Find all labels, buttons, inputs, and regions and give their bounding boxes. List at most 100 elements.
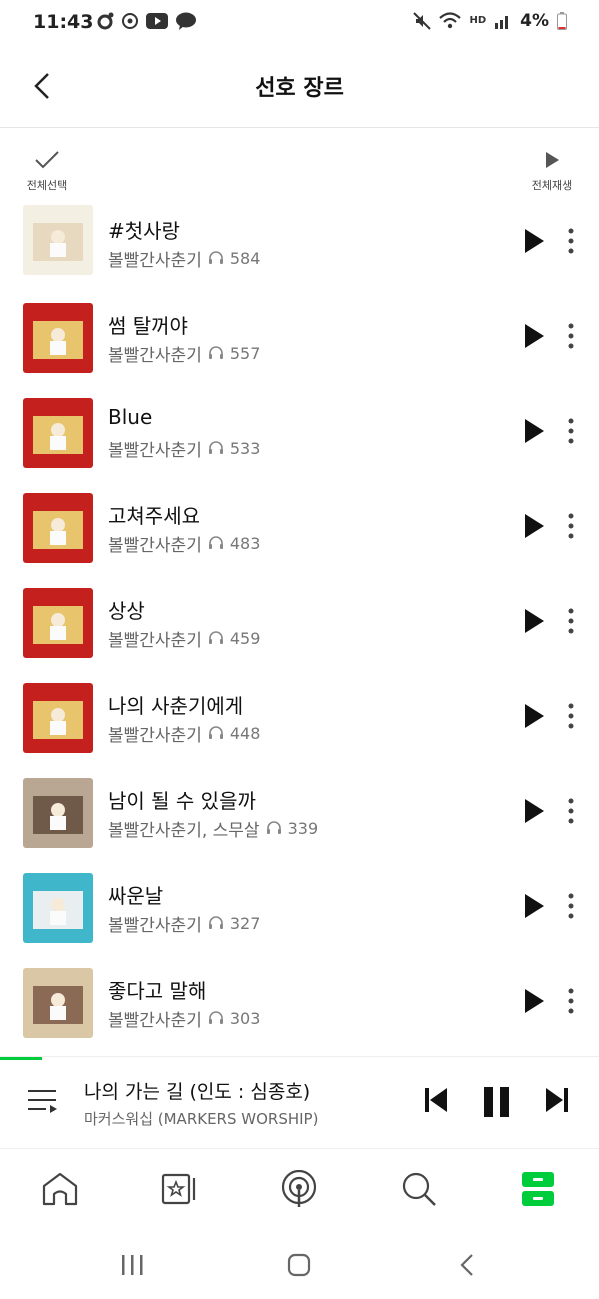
song-more-button[interactable] xyxy=(561,701,581,731)
play-icon xyxy=(525,704,544,728)
song-row[interactable]: 상상 볼빨간사춘기 459 xyxy=(0,588,599,683)
album-art[interactable] xyxy=(23,205,93,275)
nav-library[interactable] xyxy=(157,1167,201,1211)
album-art[interactable] xyxy=(23,303,93,373)
headphones-icon xyxy=(208,344,224,364)
pause-button[interactable] xyxy=(483,1087,511,1121)
song-play-button[interactable] xyxy=(520,892,548,920)
more-vertical-icon xyxy=(568,513,574,539)
song-title: 남이 될 수 있을까 xyxy=(108,789,256,813)
next-icon xyxy=(546,1088,568,1112)
song-more-button[interactable] xyxy=(561,511,581,541)
mini-player[interactable]: 나의 가는 길 (인도 : 심종호) 마커스워십 (MARKERS WORSHI… xyxy=(0,1056,599,1148)
now-playing-artist: 마커스워십 (MARKERS WORSHIP) xyxy=(84,1110,319,1128)
more-vertical-icon xyxy=(568,893,574,919)
song-play-button[interactable] xyxy=(520,417,548,445)
album-art-image xyxy=(23,968,93,1038)
play-icon xyxy=(525,894,544,918)
album-art[interactable] xyxy=(23,398,93,468)
song-more-button[interactable] xyxy=(561,226,581,256)
previous-button[interactable] xyxy=(424,1087,448,1117)
album-art-image xyxy=(23,493,93,563)
song-more-button[interactable] xyxy=(561,986,581,1016)
song-play-button[interactable] xyxy=(520,702,548,730)
album-art[interactable] xyxy=(23,493,93,563)
play-count: 483 xyxy=(229,534,261,553)
play-icon xyxy=(525,609,544,633)
song-meta: 볼빨간사춘기, 스무살 339 xyxy=(108,816,318,841)
song-artist: 볼빨간사춘기 xyxy=(108,346,202,366)
song-more-button[interactable] xyxy=(561,321,581,351)
song-meta: 볼빨간사춘기 327 xyxy=(108,911,260,936)
song-artist: 볼빨간사춘기 xyxy=(108,631,202,651)
play-icon xyxy=(525,514,544,538)
song-title: 싸운날 xyxy=(108,884,164,908)
song-row[interactable]: 고쳐주세요볼빨간사춘기 483 xyxy=(0,493,599,588)
notification-dot-icon xyxy=(97,12,114,30)
song-more-button[interactable] xyxy=(561,606,581,636)
headphones-icon xyxy=(266,819,282,839)
song-row[interactable]: 좋다고 말해 볼빨간사춘기 303 xyxy=(0,968,599,1063)
system-back-icon xyxy=(460,1254,473,1276)
system-back-button[interactable] xyxy=(447,1250,487,1280)
recent-apps-button[interactable] xyxy=(112,1250,152,1280)
select-all-button[interactable]: 전체선택 xyxy=(16,150,78,193)
song-meta: 볼빨간사춘기 483 xyxy=(108,531,260,556)
headphones-icon xyxy=(208,439,224,459)
song-row[interactable]: #첫사랑 볼빨간사춘기 584 xyxy=(0,205,599,303)
song-row[interactable]: 남이 될 수 있을까볼빨간사춘기, 스무살 339 xyxy=(0,778,599,873)
youtube-icon xyxy=(146,13,168,29)
song-play-button[interactable] xyxy=(520,227,548,255)
play-icon xyxy=(525,989,544,1013)
more-vertical-icon xyxy=(568,418,574,444)
song-artist: 볼빨간사춘기 xyxy=(108,726,202,746)
album-art[interactable] xyxy=(23,873,93,943)
song-title: 썸 탈꺼야 xyxy=(108,314,188,338)
album-art[interactable] xyxy=(23,778,93,848)
playback-progress xyxy=(0,1057,42,1060)
song-title: Blue xyxy=(108,405,153,429)
album-art[interactable] xyxy=(23,588,93,658)
headphones-icon xyxy=(208,1009,224,1029)
nav-search[interactable] xyxy=(397,1167,441,1211)
home-icon xyxy=(42,1172,78,1206)
song-play-button[interactable] xyxy=(520,607,548,635)
song-meta: 볼빨간사춘기 303 xyxy=(108,1006,260,1031)
song-more-button[interactable] xyxy=(561,891,581,921)
library-star-icon xyxy=(161,1173,196,1205)
song-artist: 볼빨간사춘기 xyxy=(108,1011,202,1031)
notification-icons xyxy=(96,12,197,30)
album-art-image xyxy=(23,778,93,848)
song-meta: 볼빨간사춘기 584 xyxy=(108,246,260,271)
play-all-label: 전체재생 xyxy=(531,179,573,192)
song-play-button[interactable] xyxy=(520,322,548,350)
next-button[interactable] xyxy=(545,1087,569,1117)
battery-percent: 4% xyxy=(520,11,549,31)
song-row[interactable]: 싸운날볼빨간사춘기 327 xyxy=(0,873,599,968)
nav-home[interactable] xyxy=(38,1167,82,1211)
play-count: 303 xyxy=(229,1009,261,1028)
song-meta: 볼빨간사춘기 459 xyxy=(108,626,260,651)
playlist-button[interactable] xyxy=(26,1086,60,1120)
song-row[interactable]: 썸 탈꺼야 볼빨간사춘기 557 xyxy=(0,303,599,398)
recent-apps-icon xyxy=(122,1255,143,1275)
home-system-button[interactable] xyxy=(279,1250,319,1280)
album-art[interactable] xyxy=(23,683,93,753)
song-row[interactable]: 나의 사춘기에게 볼빨간사춘기 448 xyxy=(0,683,599,778)
song-artist: 볼빨간사춘기 xyxy=(108,916,202,936)
song-row[interactable]: Blue 볼빨간사춘기 533 xyxy=(0,398,599,493)
nav-podcast[interactable] xyxy=(277,1167,321,1211)
song-title: 고쳐주세요 xyxy=(108,504,200,528)
song-more-button[interactable] xyxy=(561,416,581,446)
song-play-button[interactable] xyxy=(520,512,548,540)
headphones-icon xyxy=(208,249,224,269)
song-more-button[interactable] xyxy=(561,796,581,826)
song-play-button[interactable] xyxy=(520,987,548,1015)
song-play-button[interactable] xyxy=(520,797,548,825)
hd-label: HD xyxy=(469,15,487,26)
nav-locker[interactable] xyxy=(516,1167,560,1211)
play-icon xyxy=(525,799,544,823)
song-title: 나의 사춘기에게 xyxy=(108,694,244,718)
album-art[interactable] xyxy=(23,968,93,1038)
play-all-button[interactable]: 전체재생 xyxy=(521,150,583,193)
